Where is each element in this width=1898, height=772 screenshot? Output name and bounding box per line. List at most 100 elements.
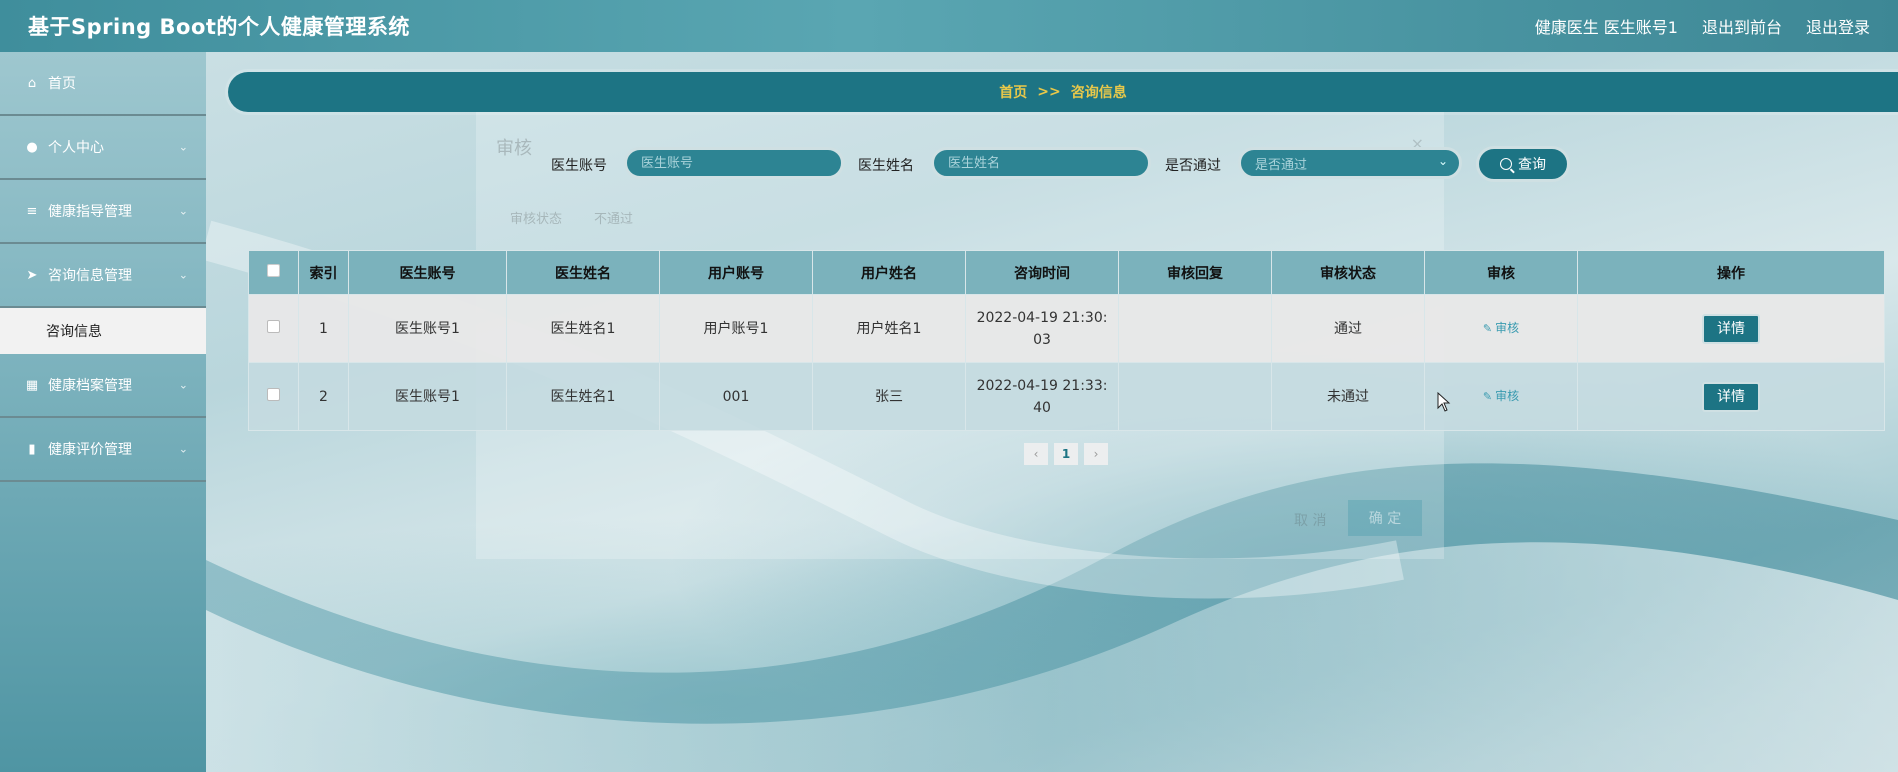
sidebar-item-label: 健康档案管理 bbox=[48, 378, 132, 394]
table-header-row: 索引 医生账号 医生姓名 用户账号 用户姓名 咨询时间 审核回复 审核状态 审核… bbox=[248, 250, 1885, 295]
dialog-confirm-button[interactable]: 确 定 bbox=[1348, 500, 1422, 536]
select-all-checkbox[interactable] bbox=[267, 264, 280, 277]
grid-icon: ▦ bbox=[25, 377, 39, 393]
column-header: 医生账号 bbox=[348, 250, 507, 295]
table-row: 2 医生账号1 医生姓名1 001 张三 2022-04-19 21:33:40… bbox=[248, 362, 1885, 431]
chevron-down-icon: ⌄ bbox=[178, 268, 188, 282]
cell-user-name: 用户姓名1 bbox=[812, 294, 966, 363]
cell-time: 2022-04-19 21:30:03 bbox=[965, 294, 1119, 363]
dialog-status-label: 审核状态 bbox=[510, 212, 563, 227]
breadcrumb-separator: >> bbox=[1037, 84, 1061, 100]
app-title: 基于Spring Boot的个人健康管理系统 bbox=[28, 15, 410, 39]
user-icon: ● bbox=[26, 139, 38, 155]
column-header: 用户账号 bbox=[659, 250, 813, 295]
cell-audit: ✎ 审核 bbox=[1424, 294, 1578, 363]
doctor-account-label: 医生账号 bbox=[551, 158, 607, 174]
cell-status: 未通过 bbox=[1271, 362, 1425, 431]
page-number[interactable]: 1 bbox=[1054, 443, 1078, 465]
chevron-down-icon: ⌄ bbox=[178, 140, 188, 154]
audit-link[interactable]: ✎ 审核 bbox=[1483, 321, 1519, 335]
column-header: 索引 bbox=[298, 250, 349, 295]
chevron-down-icon: ⌄ bbox=[178, 378, 188, 392]
back-to-front-link[interactable]: 退出到前台 bbox=[1702, 14, 1782, 38]
cell-doctor-account: 医生账号1 bbox=[348, 362, 507, 431]
mouse-cursor-icon bbox=[1437, 392, 1451, 412]
logout-link[interactable]: 退出登录 bbox=[1806, 14, 1870, 38]
sidebar-item-label: 健康评价管理 bbox=[48, 442, 132, 458]
column-header: 医生姓名 bbox=[506, 250, 660, 295]
column-header: 审核 bbox=[1424, 250, 1578, 295]
sidebar-item-consultation[interactable]: ➤ 咨询信息管理 ⌄ bbox=[0, 244, 206, 308]
next-page-button[interactable]: › bbox=[1084, 443, 1108, 465]
cell-time: 2022-04-19 21:33:40 bbox=[965, 362, 1119, 431]
current-user-label: 健康医生 医生账号1 bbox=[1534, 18, 1678, 37]
chevron-down-icon: ⌄ bbox=[178, 442, 188, 456]
edit-icon: ✎ bbox=[1482, 390, 1493, 403]
pagination: ‹ 1 › bbox=[1024, 443, 1108, 465]
cell-doctor-name: 医生姓名1 bbox=[506, 294, 660, 363]
consultation-table: 索引 医生账号 医生姓名 用户账号 用户姓名 咨询时间 审核回复 审核状态 审核… bbox=[248, 250, 1885, 431]
column-header: 审核状态 bbox=[1271, 250, 1425, 295]
passed-label: 是否通过 bbox=[1165, 158, 1221, 174]
prev-page-button[interactable]: ‹ bbox=[1024, 443, 1048, 465]
row-checkbox[interactable] bbox=[267, 387, 280, 401]
cell-action: 详情 bbox=[1577, 294, 1885, 363]
column-header: 审核回复 bbox=[1118, 250, 1272, 295]
chevron-down-icon: ⌄ bbox=[1438, 154, 1449, 168]
passed-select[interactable]: 是否通过 bbox=[1238, 147, 1462, 179]
detail-button[interactable]: 详情 bbox=[1702, 381, 1760, 412]
query-button[interactable]: 查询 bbox=[1476, 146, 1570, 182]
header-actions: 健康医生 医生账号1 退出到前台 退出登录 bbox=[1535, 14, 1870, 38]
sidebar-item-health-evaluation[interactable]: ▮ 健康评价管理 ⌄ bbox=[0, 418, 206, 482]
column-header: 咨询时间 bbox=[965, 250, 1119, 295]
sidebar-item-personal-center[interactable]: ● 个人中心 ⌄ bbox=[0, 116, 206, 180]
cell-status: 通过 bbox=[1271, 294, 1425, 363]
dialog-cancel-button[interactable]: 取 消 bbox=[1294, 510, 1326, 530]
home-icon: ⌂ bbox=[27, 75, 37, 91]
chevron-down-icon: ⌄ bbox=[178, 204, 188, 218]
audit-link[interactable]: ✎ 审核 bbox=[1483, 389, 1519, 403]
search-icon bbox=[1500, 158, 1512, 170]
detail-button[interactable]: 详情 bbox=[1702, 313, 1760, 344]
doctor-name-input[interactable] bbox=[931, 147, 1151, 179]
audit-link-label: 审核 bbox=[1495, 389, 1520, 403]
breadcrumb: 首页 >> 咨询信息 bbox=[228, 72, 1898, 112]
sidebar-item-label: 个人中心 bbox=[48, 140, 104, 156]
sidebar-subitem-consultation-info[interactable]: 咨询信息 bbox=[0, 308, 206, 354]
edit-icon: ✎ bbox=[1482, 322, 1493, 335]
sidebar-item-home[interactable]: ⌂ 首页 bbox=[0, 52, 206, 116]
dialog-status-value[interactable]: 不通过 bbox=[594, 208, 633, 227]
top-header: 基于Spring Boot的个人健康管理系统 健康医生 医生账号1 退出到前台 … bbox=[0, 0, 1898, 52]
sidebar-item-health-records[interactable]: ▦ 健康档案管理 ⌄ bbox=[0, 354, 206, 418]
cell-reply bbox=[1118, 362, 1272, 431]
row-select-cell[interactable] bbox=[248, 362, 299, 431]
row-select-cell[interactable] bbox=[248, 294, 299, 363]
send-icon: ➤ bbox=[26, 267, 38, 283]
cell-action: 详情 bbox=[1577, 362, 1885, 431]
doctor-name-label: 医生姓名 bbox=[858, 158, 914, 174]
sidebar-item-health-guidance[interactable]: ≡ 健康指导管理 ⌄ bbox=[0, 180, 206, 244]
row-checkbox[interactable] bbox=[267, 319, 280, 333]
dialog-title: 审核 bbox=[496, 138, 532, 159]
cell-index: 2 bbox=[298, 362, 349, 431]
sidebar-item-label: 健康指导管理 bbox=[48, 204, 132, 220]
doctor-account-input[interactable] bbox=[624, 147, 844, 179]
list-icon: ≡ bbox=[26, 203, 38, 219]
cell-index: 1 bbox=[298, 294, 349, 363]
passed-select-value: 是否通过 bbox=[1255, 157, 1308, 173]
column-header: 操作 bbox=[1577, 250, 1885, 295]
select-all-cell[interactable] bbox=[248, 250, 299, 295]
cell-user-name: 张三 bbox=[812, 362, 966, 431]
cell-user-account: 用户账号1 bbox=[659, 294, 813, 363]
breadcrumb-current: 咨询信息 bbox=[1070, 85, 1127, 101]
sidebar-item-label: 首页 bbox=[48, 76, 76, 92]
table-row: 1 医生账号1 医生姓名1 用户账号1 用户姓名1 2022-04-19 21:… bbox=[248, 294, 1885, 363]
audit-link-label: 审核 bbox=[1495, 321, 1520, 335]
query-button-label: 查询 bbox=[1518, 157, 1546, 173]
cell-user-account: 001 bbox=[659, 362, 813, 431]
chart-icon: ▮ bbox=[28, 441, 36, 457]
cell-doctor-account: 医生账号1 bbox=[348, 294, 507, 363]
sidebar-item-label: 咨询信息管理 bbox=[48, 268, 132, 284]
breadcrumb-home[interactable]: 首页 bbox=[999, 82, 1027, 102]
column-header: 用户姓名 bbox=[812, 250, 966, 295]
